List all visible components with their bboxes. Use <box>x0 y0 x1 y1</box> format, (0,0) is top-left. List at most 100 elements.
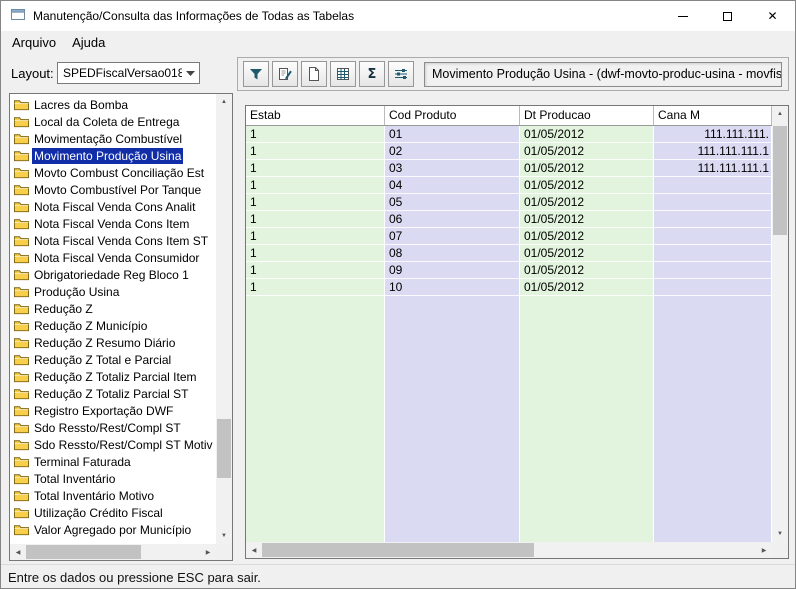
grid-cell[interactable]: 1 <box>246 143 384 160</box>
scrollbar-thumb[interactable] <box>773 126 787 236</box>
tree-item[interactable]: Sdo Ressto/Rest/Compl ST <box>11 419 215 436</box>
tree-item[interactable]: Sdo Ressto/Rest/Compl ST Motiv <box>11 436 215 453</box>
tree-item[interactable]: Redução Z <box>11 300 215 317</box>
tree-item[interactable]: Redução Z Município <box>11 317 215 334</box>
tree-item[interactable]: Nota Fiscal Venda Cons Analit <box>11 198 215 215</box>
layout-combobox[interactable]: SPEDFiscalVersao018 <box>57 62 200 84</box>
grid-cell[interactable] <box>654 211 771 228</box>
grid-cell[interactable]: 04 <box>385 177 519 194</box>
grid-cell[interactable] <box>654 262 771 279</box>
grid-cell[interactable]: 1 <box>246 228 384 245</box>
sum-button[interactable]: Σ <box>359 61 385 87</box>
tree-item[interactable]: Redução Z Total e Parcial <box>11 351 215 368</box>
tree-item[interactable]: Valor Agregado por Município <box>11 521 215 538</box>
grid-vertical-scrollbar[interactable]: ▲ ▼ <box>772 106 788 542</box>
new-document-button[interactable] <box>301 61 327 87</box>
scroll-right-icon[interactable]: ▶ <box>200 544 216 560</box>
grid-horizontal-scrollbar[interactable]: ◀ ▶ <box>246 542 772 558</box>
grid-cell[interactable]: 09 <box>385 262 519 279</box>
tree-item[interactable]: Nota Fiscal Venda Cons Item <box>11 215 215 232</box>
tree-item[interactable]: Total Inventário <box>11 470 215 487</box>
scroll-left-icon[interactable]: ◀ <box>10 544 26 560</box>
chevron-down-icon[interactable] <box>182 63 199 83</box>
grid-cell[interactable]: 01/05/2012 <box>520 143 653 160</box>
maximize-button[interactable] <box>705 1 750 31</box>
tree-horizontal-scrollbar[interactable]: ◀ ▶ <box>10 544 216 560</box>
grid-cell[interactable]: 01/05/2012 <box>520 177 653 194</box>
close-button[interactable]: ✕ <box>750 1 795 31</box>
grid-cell[interactable]: 02 <box>385 143 519 160</box>
scrollbar-track[interactable] <box>262 542 756 558</box>
scroll-up-icon[interactable]: ▲ <box>216 94 232 110</box>
tree-item[interactable]: Movto Combust Conciliação Est <box>11 164 215 181</box>
grid-cell[interactable]: 05 <box>385 194 519 211</box>
grid-cell[interactable]: 1 <box>246 126 384 143</box>
minimize-button[interactable] <box>660 1 705 31</box>
grid-cell[interactable]: 01/05/2012 <box>520 245 653 262</box>
tree-item[interactable]: Nota Fiscal Venda Consumidor <box>11 249 215 266</box>
tree-item[interactable]: Movto Combustível Por Tanque <box>11 181 215 198</box>
tree-item[interactable]: Redução Z Totaliz Parcial Item <box>11 368 215 385</box>
tree-item[interactable]: Redução Z Totaliz Parcial ST <box>11 385 215 402</box>
grid-cell[interactable]: 1 <box>246 160 384 177</box>
scrollbar-track[interactable] <box>216 110 232 528</box>
grid-cell[interactable] <box>654 245 771 262</box>
grid-cell[interactable]: 01/05/2012 <box>520 126 653 143</box>
grid-cell[interactable] <box>654 177 771 194</box>
tree-item[interactable]: Utilização Crédito Fiscal <box>11 504 215 521</box>
filter-button[interactable] <box>243 61 269 87</box>
grid-cell[interactable]: 01 <box>385 126 519 143</box>
edit-button[interactable] <box>272 61 298 87</box>
grid-cell[interactable]: 1 <box>246 279 384 296</box>
tree-item[interactable]: Obrigatoriedade Reg Bloco 1 <box>11 266 215 283</box>
grid-cell[interactable]: 01/05/2012 <box>520 211 653 228</box>
grid-cell[interactable]: 03 <box>385 160 519 177</box>
tree-item[interactable]: Local da Coleta de Entrega <box>11 113 215 130</box>
grid-cell[interactable]: 1 <box>246 211 384 228</box>
tree-item[interactable]: Total Inventário Motivo <box>11 487 215 504</box>
grid-cell[interactable]: 10 <box>385 279 519 296</box>
grid-cell[interactable]: 111.111.111.1 <box>654 160 771 177</box>
grid-cell[interactable]: 1 <box>246 245 384 262</box>
tree-item[interactable]: Nota Fiscal Venda Cons Item ST <box>11 232 215 249</box>
grid-cell[interactable]: 1 <box>246 194 384 211</box>
scrollbar-thumb[interactable] <box>26 545 141 559</box>
grid-cell[interactable]: 111.111.111.1 <box>654 143 771 160</box>
tree-item[interactable]: Terminal Faturada <box>11 453 215 470</box>
scrollbar-thumb[interactable] <box>217 419 231 478</box>
tree-item[interactable]: Produção Usina <box>11 283 215 300</box>
adjust-button[interactable] <box>388 61 414 87</box>
grid-column-header[interactable]: Estab <box>246 106 385 125</box>
scroll-left-icon[interactable]: ◀ <box>246 542 262 558</box>
grid-cell[interactable] <box>654 279 771 296</box>
grid-cell[interactable]: 06 <box>385 211 519 228</box>
grid-cell[interactable]: 01/05/2012 <box>520 228 653 245</box>
tree-item[interactable]: Redução Z Resumo Diário <box>11 334 215 351</box>
tree-item[interactable]: Movimento Produção Usina <box>11 147 215 164</box>
tree-item[interactable]: Registro Exportação DWF <box>11 402 215 419</box>
spreadsheet-button[interactable] <box>330 61 356 87</box>
scrollbar-track[interactable] <box>26 544 200 560</box>
scroll-down-icon[interactable]: ▼ <box>772 526 788 542</box>
scroll-down-icon[interactable]: ▼ <box>216 528 232 544</box>
grid-cell[interactable]: 07 <box>385 228 519 245</box>
grid-cell[interactable]: 01/05/2012 <box>520 279 653 296</box>
grid-column-header[interactable]: Cod Produto <box>385 106 520 125</box>
grid-cell[interactable]: 1 <box>246 262 384 279</box>
tree-item[interactable]: Lacres da Bomba <box>11 96 215 113</box>
grid-cell[interactable]: 1 <box>246 177 384 194</box>
grid-column-header[interactable]: Cana M <box>654 106 772 125</box>
scrollbar-thumb[interactable] <box>262 543 534 557</box>
scrollbar-track[interactable] <box>772 122 788 526</box>
grid-cell[interactable] <box>654 228 771 245</box>
tree-vertical-scrollbar[interactable]: ▲ ▼ <box>216 94 232 544</box>
grid-cell[interactable]: 111.111.111. <box>654 126 771 143</box>
grid-cell[interactable]: 01/05/2012 <box>520 262 653 279</box>
menu-arquivo[interactable]: Arquivo <box>4 32 64 53</box>
menu-ajuda[interactable]: Ajuda <box>64 32 113 53</box>
grid-column-header[interactable]: Dt Producao <box>520 106 654 125</box>
tree-item[interactable]: Movimentação Combustível <box>11 130 215 147</box>
grid-cell[interactable]: 01/05/2012 <box>520 194 653 211</box>
scroll-right-icon[interactable]: ▶ <box>756 542 772 558</box>
scroll-up-icon[interactable]: ▲ <box>772 106 788 122</box>
